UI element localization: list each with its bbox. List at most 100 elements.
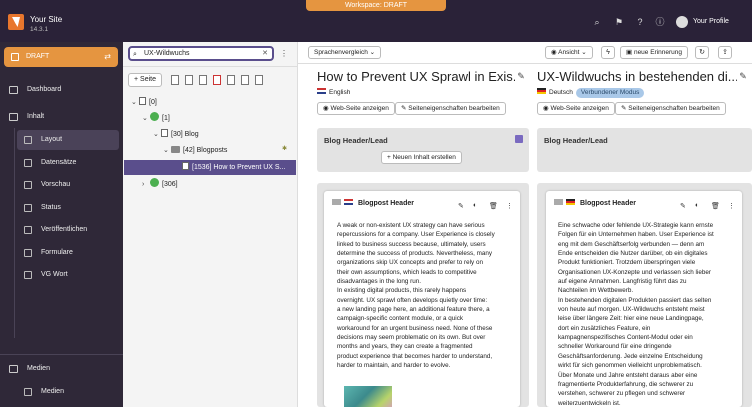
tree-node[interactable]: ⌄ [1] xyxy=(142,112,170,126)
language-de: Deutsch Verbundener Modus xyxy=(537,88,645,98)
sidebar-item-datensaetze[interactable]: Datensätze xyxy=(17,153,119,173)
help-icon[interactable]: ? xyxy=(635,17,645,27)
chevron-down-icon[interactable]: ⌄ xyxy=(153,128,161,142)
sidebar-item-inhalt[interactable]: Inhalt xyxy=(0,107,123,127)
site-name: Your Site xyxy=(30,15,63,24)
language-en: English xyxy=(317,88,350,98)
pencil-icon[interactable]: ✎ xyxy=(680,202,686,210)
tree-node-label: [1] xyxy=(162,115,170,122)
page-icon xyxy=(161,129,168,137)
link-page-icon[interactable] xyxy=(227,75,235,85)
chevron-right-icon[interactable]: › xyxy=(142,178,150,192)
publish-icon xyxy=(24,226,32,234)
edit-page-properties-button[interactable]: ✎ Seiteneigenschaften bearbeiten xyxy=(395,102,506,115)
toggle-icon[interactable]: ◐ xyxy=(695,202,699,209)
delete-icon[interactable]: 🗑 xyxy=(711,202,720,210)
pencil-icon[interactable]: ✎ xyxy=(738,71,748,81)
content-element[interactable]: Blogpost Header ✎ ◐ 🗑 ⋮ Eine schwache od… xyxy=(546,191,742,407)
flash-icon[interactable]: ϟ xyxy=(601,46,615,59)
share-icon[interactable]: ⇪ xyxy=(718,46,732,59)
tree-node-label: [0] xyxy=(149,99,157,106)
language-label: English xyxy=(329,89,351,96)
more-icon[interactable]: ⋮ xyxy=(506,202,513,210)
content-section: Blogpost Header ✎ ◐ 🗑 ⋮ A weak or non-ex… xyxy=(317,183,529,407)
bookmark-icon[interactable]: ⚑ xyxy=(614,17,624,27)
sidebar-item-label: VG Wort xyxy=(41,271,68,278)
page-type-icon[interactable] xyxy=(185,75,193,85)
workspace-label: Workspace: DRAFT xyxy=(306,0,446,11)
view-mode-label: Sprachenvergleich xyxy=(314,49,368,56)
profile-link[interactable]: Your Profile xyxy=(693,18,729,25)
info-icon[interactable]: ⓘ xyxy=(655,17,665,27)
tree-node-label: [30] Blog xyxy=(171,131,199,138)
thumbnail-image xyxy=(344,386,392,407)
tree-menu-icon[interactable]: ⋮ xyxy=(280,49,288,58)
sidebar-item-status[interactable]: Status xyxy=(17,198,119,218)
sidebar-item-formulare[interactable]: Formulare xyxy=(17,243,119,263)
view-button[interactable]: ◉ Ansicht ⌄ xyxy=(545,46,593,59)
search-icon[interactable]: ⌕ xyxy=(592,17,602,27)
view-mode-select[interactable]: Sprachenvergleich ⌄ xyxy=(308,46,382,59)
chevron-down-icon[interactable]: ⌄ xyxy=(131,96,139,110)
sidebar-item-medien[interactable]: Medien xyxy=(0,359,123,379)
tree-node[interactable]: ⌄ [30] Blog xyxy=(153,128,199,142)
status-icon xyxy=(24,204,32,212)
tree-node-selected[interactable]: [1536] How to Prevent UX S... xyxy=(124,160,296,175)
section-title: Blog Header/Lead xyxy=(544,136,608,145)
page-type-icon[interactable] xyxy=(171,75,179,85)
new-reminder-button[interactable]: ▣ neue Erinnerung xyxy=(620,46,689,59)
avatar[interactable] xyxy=(676,16,688,28)
tree-node[interactable]: [1536] How to Prevent UX S... xyxy=(182,160,285,175)
page-type-icon[interactable] xyxy=(199,75,207,85)
view-webpage-button[interactable]: ◉ Web-Seite anzeigen xyxy=(317,102,395,115)
sidebar-item-veroeffentlichen[interactable]: Veröffentlichen xyxy=(17,220,119,240)
edit-page-properties-button[interactable]: ✎ Seiteneigenschaften bearbeiten xyxy=(615,102,726,115)
page-tree-panel: ⌕ UX-Wildwuchs ✕ ⋮ + Seite ⌄ [0] ⌄ [1] ⌄ [3… xyxy=(123,42,298,407)
chevron-down-icon[interactable]: ⌄ xyxy=(163,144,171,158)
page-icon xyxy=(182,162,189,170)
workspace-change-icon: ✱ xyxy=(282,146,288,152)
separator-page-icon[interactable] xyxy=(255,75,263,85)
content-element-header: Blogpost Header xyxy=(332,199,414,207)
more-icon[interactable]: ⋮ xyxy=(728,202,735,210)
sidebar-divider xyxy=(14,128,15,338)
sidebar-separator xyxy=(0,354,123,355)
new-page-button[interactable]: + Seite xyxy=(128,73,162,87)
delete-icon[interactable]: 🗑 xyxy=(489,202,498,210)
chevron-down-icon[interactable]: ⌄ xyxy=(142,112,150,126)
content-icon xyxy=(9,113,18,121)
refresh-icon[interactable]: ↻ xyxy=(695,46,709,59)
sidebar-item-label: Datensätze xyxy=(41,159,77,166)
layout-icon xyxy=(24,136,32,144)
new-content-button[interactable]: + Neuen Inhalt erstellen xyxy=(381,151,462,164)
tree-node[interactable]: ⌄ [0] xyxy=(131,96,157,110)
flag-de-icon xyxy=(566,199,575,205)
vgwort-icon xyxy=(24,271,32,279)
sidebar-item-vorschau[interactable]: Vorschau xyxy=(17,175,119,195)
page-title-en: How to Prevent UX Sprawl in Exis... xyxy=(317,69,515,84)
folder-page-icon[interactable] xyxy=(241,75,249,85)
tree-node[interactable]: ⌄ [42] Blogposts xyxy=(163,144,227,158)
page-type-icon[interactable] xyxy=(213,75,221,85)
records-icon xyxy=(24,159,32,167)
tree-node[interactable]: › [306] xyxy=(142,178,178,192)
pencil-icon[interactable]: ✎ xyxy=(516,71,526,81)
view-webpage-button[interactable]: ◉ Web-Seite anzeigen xyxy=(537,102,615,115)
sidebar-item-vgwort[interactable]: VG Wort xyxy=(17,265,119,285)
clear-icon[interactable]: ✕ xyxy=(262,48,268,59)
content-element[interactable]: Blogpost Header ✎ ◐ 🗑 ⋮ A weak or non-ex… xyxy=(324,191,520,407)
new-reminder-label: neue Erinnerung xyxy=(633,49,683,56)
sidebar-item-medien-sub[interactable]: Medien xyxy=(17,382,119,402)
toggle-icon[interactable]: ◐ xyxy=(473,202,477,209)
dashboard-icon xyxy=(9,86,18,94)
typo3-logo-icon[interactable] xyxy=(8,14,24,30)
content-element-text: Eine schwache oder fehlende UX-Strategie… xyxy=(558,222,714,407)
sidebar-item-dashboard[interactable]: Dashboard xyxy=(0,80,123,100)
module-sidebar: DRAFT ⇄ Dashboard Inhalt Layout Datensät… xyxy=(0,42,123,407)
tree-search-input[interactable]: ⌕ UX-Wildwuchs ✕ xyxy=(128,46,274,61)
pencil-icon[interactable]: ✎ xyxy=(458,202,464,210)
workspace-switch-button[interactable]: DRAFT ⇄ xyxy=(4,47,118,67)
media-folder-icon xyxy=(24,388,32,396)
sidebar-item-layout[interactable]: Layout xyxy=(17,130,119,150)
edit-icon[interactable] xyxy=(515,135,523,143)
